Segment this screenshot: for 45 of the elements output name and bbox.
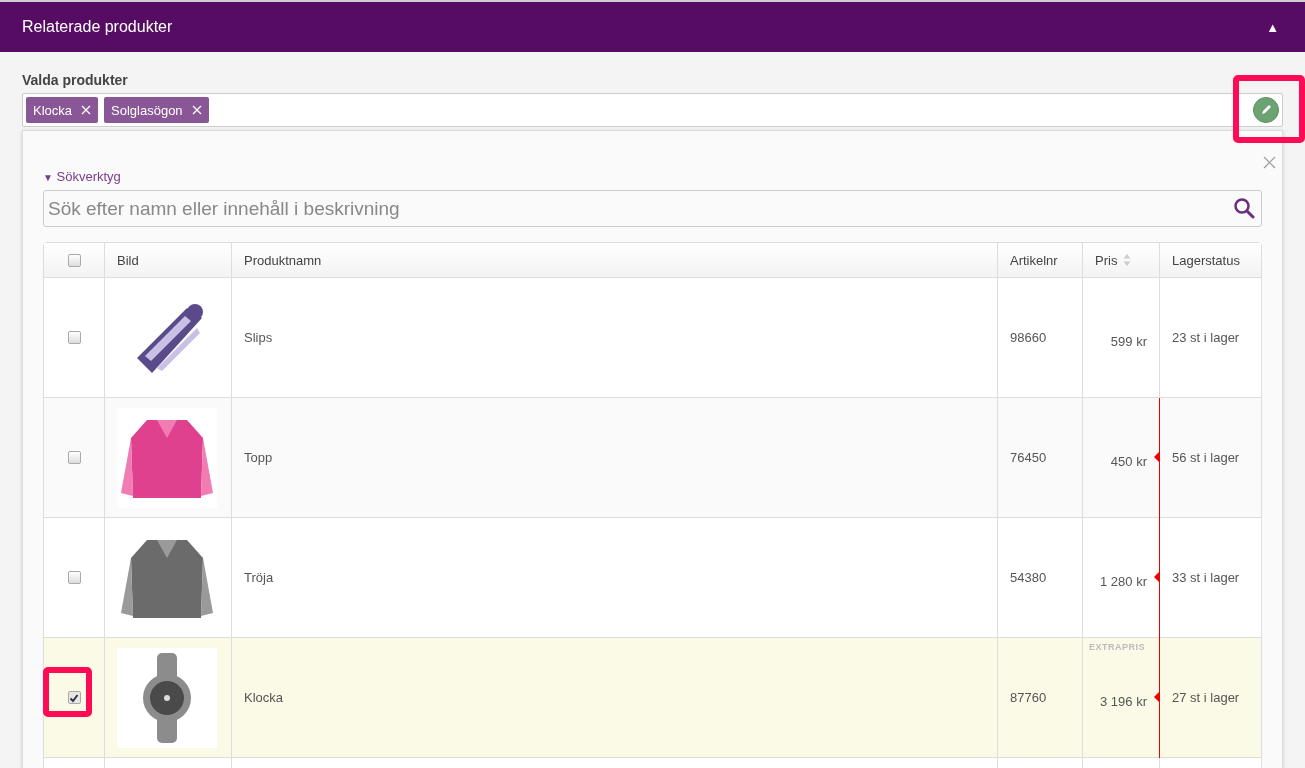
- price: 1 280 kr: [1100, 574, 1147, 589]
- close-button[interactable]: [1263, 156, 1276, 169]
- product-name: Tröja: [244, 570, 274, 585]
- search-icon[interactable]: [1233, 197, 1255, 219]
- column-header[interactable]: Pris: [1095, 252, 1118, 268]
- article-number: 98660: [1010, 330, 1047, 345]
- tags-field[interactable]: Klocka Solglasögon: [22, 93, 1283, 127]
- column-header: Lagerstatus: [1172, 252, 1240, 268]
- collapse-toggle[interactable]: ▲: [1266, 19, 1279, 35]
- product-name: Topp: [244, 450, 273, 465]
- row-checkbox[interactable]: [67, 571, 81, 584]
- stock-status: 23 st i lager: [1172, 330, 1240, 345]
- price: 3 196 kr: [1100, 694, 1147, 709]
- search-field[interactable]: Sök efter namn eller innehåll i beskrivning: [43, 190, 1262, 227]
- search-tools-toggle[interactable]: ▼ Sökverktyg: [43, 169, 1262, 187]
- stock-status: 56 st i lager: [1172, 450, 1240, 465]
- product-name: Klocka: [244, 690, 284, 705]
- stock-status: 27 st i lager: [1172, 690, 1240, 705]
- price: 450 kr: [1110, 454, 1147, 469]
- edit-button[interactable]: [1253, 97, 1279, 123]
- product-row[interactable]: Tröja 54380 1 280 kr 33 st i lager: [44, 518, 1261, 638]
- article-number: 76450: [1010, 450, 1047, 465]
- product-name: Slips: [244, 330, 273, 345]
- select-all-checkbox[interactable]: [67, 253, 81, 267]
- field-label: Valda produkter: [22, 72, 129, 88]
- column-header: Produktnamn: [244, 252, 322, 268]
- article-number: 87760: [1010, 690, 1047, 705]
- pencil-icon: [1259, 103, 1273, 117]
- section-title: Relaterade produkter: [22, 18, 173, 36]
- price: 599 kr: [1110, 334, 1147, 349]
- article-number: 54380: [1010, 570, 1047, 585]
- tag-label: Solglasögon: [111, 102, 183, 118]
- row-checkbox[interactable]: [67, 451, 81, 464]
- stock-status: 33 st i lager: [1172, 570, 1240, 585]
- row-checkbox[interactable]: [67, 691, 81, 704]
- price-label: EXTRAPRIS: [1089, 642, 1145, 652]
- product-row[interactable]: Topp 76450 450 kr 56 st i lager: [44, 398, 1261, 518]
- product-row[interactable]: Slips 98660 599 kr 23 st i lager: [44, 278, 1261, 398]
- column-header: Artikelnr: [1010, 252, 1058, 268]
- section-header[interactable]: Relaterade produkter ▲: [0, 0, 1305, 52]
- row-checkbox[interactable]: [67, 331, 81, 344]
- column-header: Bild: [117, 252, 139, 268]
- sort-icon[interactable]: [1123, 253, 1132, 267]
- product-row[interactable]: Klocka 87760 EXTRAPRIS 3 196 kr 27 st i lager: [44, 638, 1261, 758]
- tag-label: Klocka: [33, 102, 73, 118]
